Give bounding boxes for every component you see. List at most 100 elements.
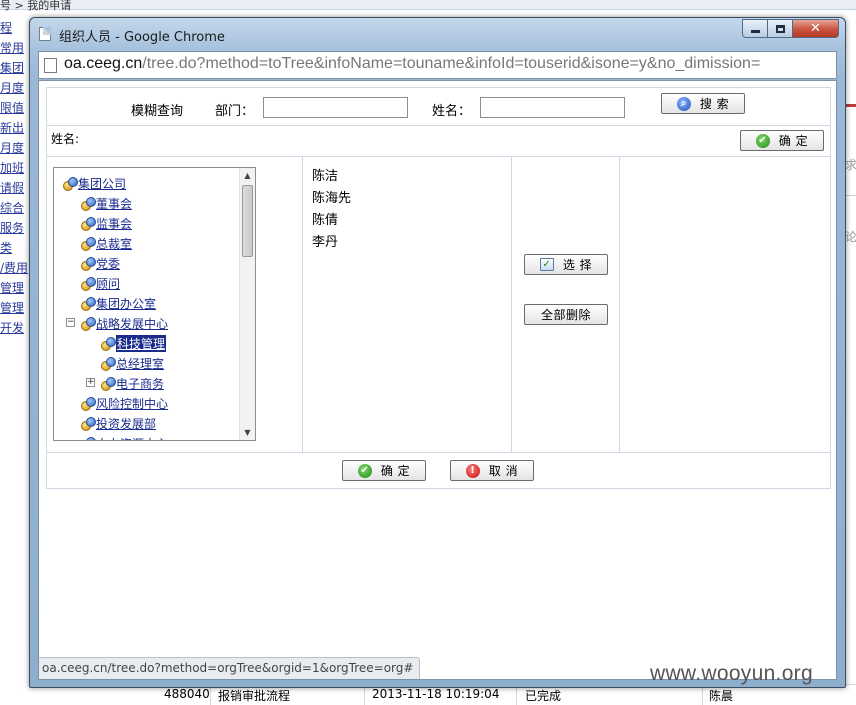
row-name: 报销审批流程 xyxy=(218,689,291,703)
tree-node[interactable]: 集团办公室 xyxy=(80,294,156,312)
collapse-toggle[interactable]: − xyxy=(66,318,75,327)
picker-main: 集团公司董事会监事会总裁室党委顾问集团办公室 − 战略发展中心科技管理总经理室 + 电子… xyxy=(47,157,830,453)
check-icon: ✔ xyxy=(755,133,770,148)
tree-node[interactable]: 集团公司 xyxy=(62,174,126,192)
row-status: 已完成 xyxy=(525,689,562,703)
dept-input[interactable] xyxy=(263,97,408,118)
tree-node-label[interactable]: 战略发展中心 xyxy=(96,315,168,332)
cancel-icon: ! xyxy=(465,463,480,478)
tree-node[interactable]: 党委 xyxy=(80,254,120,272)
org-unit-icon xyxy=(62,176,78,191)
tree-node[interactable]: 总裁室 xyxy=(80,234,132,252)
confirm-top-button[interactable]: ✔ 确 定 xyxy=(740,130,824,151)
expand-toggle[interactable]: + xyxy=(86,378,95,387)
page-viewport: 模糊查询 部门： 姓名： ⌕ 搜 索 姓名: ✔ 确 定 集团公司 董事会 监事… xyxy=(38,80,837,680)
selected-label: 姓名: xyxy=(51,132,80,146)
tree-node[interactable]: 战略发展中心 xyxy=(80,314,168,332)
scroll-up-icon[interactable]: ▲ xyxy=(240,168,255,183)
scroll-thumb[interactable] xyxy=(242,185,253,257)
tree-node[interactable]: 电子商务 xyxy=(100,374,164,392)
tree-node-label[interactable]: 科技管理 xyxy=(116,334,167,352)
bottom-actions: ✔ 确 定 ! 取 消 xyxy=(47,453,830,488)
maximize-icon xyxy=(775,24,785,33)
candidate-name[interactable]: 李丹 xyxy=(312,231,338,250)
delete-all-button[interactable]: 全部删除 xyxy=(524,304,608,325)
org-unit-icon xyxy=(80,316,96,331)
tree-node-label[interactable]: 监事会 xyxy=(96,215,132,232)
search-button-label: 搜 索 xyxy=(699,97,730,111)
tree-node[interactable]: 顾问 xyxy=(80,274,120,292)
candidate-name[interactable]: 陈洁 xyxy=(312,165,338,184)
page-icon xyxy=(39,27,51,41)
org-unit-icon xyxy=(80,196,96,211)
address-bar[interactable]: oa.ceeg.cn/tree.do?method=toTree&infoNam… xyxy=(38,51,837,79)
background-top-bar: 号 > 我的申请 xyxy=(0,0,856,12)
selected-row: 姓名: ✔ 确 定 xyxy=(47,126,830,157)
minimize-button[interactable] xyxy=(742,19,768,38)
select-button-label: 选 择 xyxy=(562,258,593,272)
tree-node-label[interactable]: 投资发展部 xyxy=(96,415,156,432)
scroll-down-icon[interactable]: ▼ xyxy=(240,425,255,440)
tree-node-label[interactable]: 董事会 xyxy=(96,195,132,212)
search-button[interactable]: ⌕ 搜 索 xyxy=(661,93,745,114)
cancel-button[interactable]: ! 取 消 xyxy=(450,460,534,481)
background-snippet: 论 xyxy=(845,230,856,244)
tree-node-label[interactable]: 风险控制中心 xyxy=(96,395,168,412)
cancel-label: 取 消 xyxy=(488,464,519,478)
address-host: oa.ceeg.cn xyxy=(64,55,143,72)
tree-node-label[interactable]: 顾问 xyxy=(96,275,120,292)
tree-node[interactable]: 总经理室 xyxy=(100,354,164,372)
org-picker-panel: 模糊查询 部门： 姓名： ⌕ 搜 索 姓名: ✔ 确 定 集团公司 董事会 监事… xyxy=(46,87,831,489)
org-unit-icon xyxy=(80,236,96,251)
address-url[interactable]: oa.ceeg.cn/tree.do?method=toTree&infoNam… xyxy=(64,55,834,73)
candidate-name[interactable]: 陈海先 xyxy=(312,187,351,206)
tree-node-label[interactable]: 电子商务 xyxy=(116,375,164,392)
name-label: 姓名： xyxy=(432,104,472,119)
org-unit-icon xyxy=(80,216,96,231)
close-button[interactable]: ✕ xyxy=(793,19,839,38)
org-tree[interactable]: 集团公司董事会监事会总裁室党委顾问集团办公室 − 战略发展中心科技管理总经理室 + 电子… xyxy=(53,167,256,441)
close-icon: ✕ xyxy=(810,21,821,36)
tree-node[interactable]: 人力资源中心 xyxy=(80,434,168,440)
org-unit-icon xyxy=(100,356,116,371)
select-button[interactable]: ✓ 选 择 xyxy=(524,254,608,275)
row-time: 2013-11-18 10:19:04 xyxy=(372,687,500,701)
confirm-top-label: 确 定 xyxy=(778,134,809,148)
tree-node[interactable]: 董事会 xyxy=(80,194,132,212)
tree-node[interactable]: 科技管理 xyxy=(100,334,167,352)
minimize-icon xyxy=(750,29,760,33)
tree-node-label[interactable]: 总经理室 xyxy=(116,355,164,372)
tree-node-label[interactable]: 集团公司 xyxy=(78,175,126,192)
select-icon: ✓ xyxy=(539,258,554,271)
background-breadcrumb: 号 > 我的申请 xyxy=(0,0,72,12)
delete-all-label: 全部删除 xyxy=(540,308,591,322)
org-unit-icon xyxy=(100,336,116,351)
maximize-button[interactable] xyxy=(768,19,793,38)
org-unit-icon xyxy=(80,256,96,271)
chrome-popup-window: 组织人员 - Google Chrome ✕ oa.ceeg.cn/tree.d… xyxy=(29,17,846,688)
name-input[interactable] xyxy=(480,97,625,118)
org-unit-icon xyxy=(80,276,96,291)
page-icon xyxy=(44,58,57,73)
candidate-name[interactable]: 陈倩 xyxy=(312,209,338,228)
org-unit-icon xyxy=(100,376,116,391)
row-id: 488040 xyxy=(164,687,210,701)
tree-node-label[interactable]: 总裁室 xyxy=(96,235,132,252)
org-unit-icon xyxy=(80,416,96,431)
tree-scrollbar[interactable]: ▲ ▼ xyxy=(239,168,255,440)
tree-node-label[interactable]: 集团办公室 xyxy=(96,295,156,312)
row-person: 陈晨 xyxy=(709,689,734,703)
search-icon: ⌕ xyxy=(676,96,691,111)
tree-node-label[interactable]: 人力资源中心 xyxy=(96,435,168,441)
confirm-button[interactable]: ✔ 确 定 xyxy=(342,460,426,481)
address-path: /tree.do?method=toTree&infoName=touname&… xyxy=(142,55,761,72)
window-controls: ✕ xyxy=(742,19,839,38)
confirm-label: 确 定 xyxy=(380,464,411,478)
status-bar: oa.ceeg.cn/tree.do?method=orgTree&orgid=… xyxy=(39,657,421,679)
fuzzy-search-label: 模糊查询 xyxy=(131,104,184,119)
org-unit-icon xyxy=(80,296,96,311)
tree-node[interactable]: 监事会 xyxy=(80,214,132,232)
tree-node[interactable]: 投资发展部 xyxy=(80,414,156,432)
tree-node-label[interactable]: 党委 xyxy=(96,255,120,272)
tree-node[interactable]: 风险控制中心 xyxy=(80,394,168,412)
